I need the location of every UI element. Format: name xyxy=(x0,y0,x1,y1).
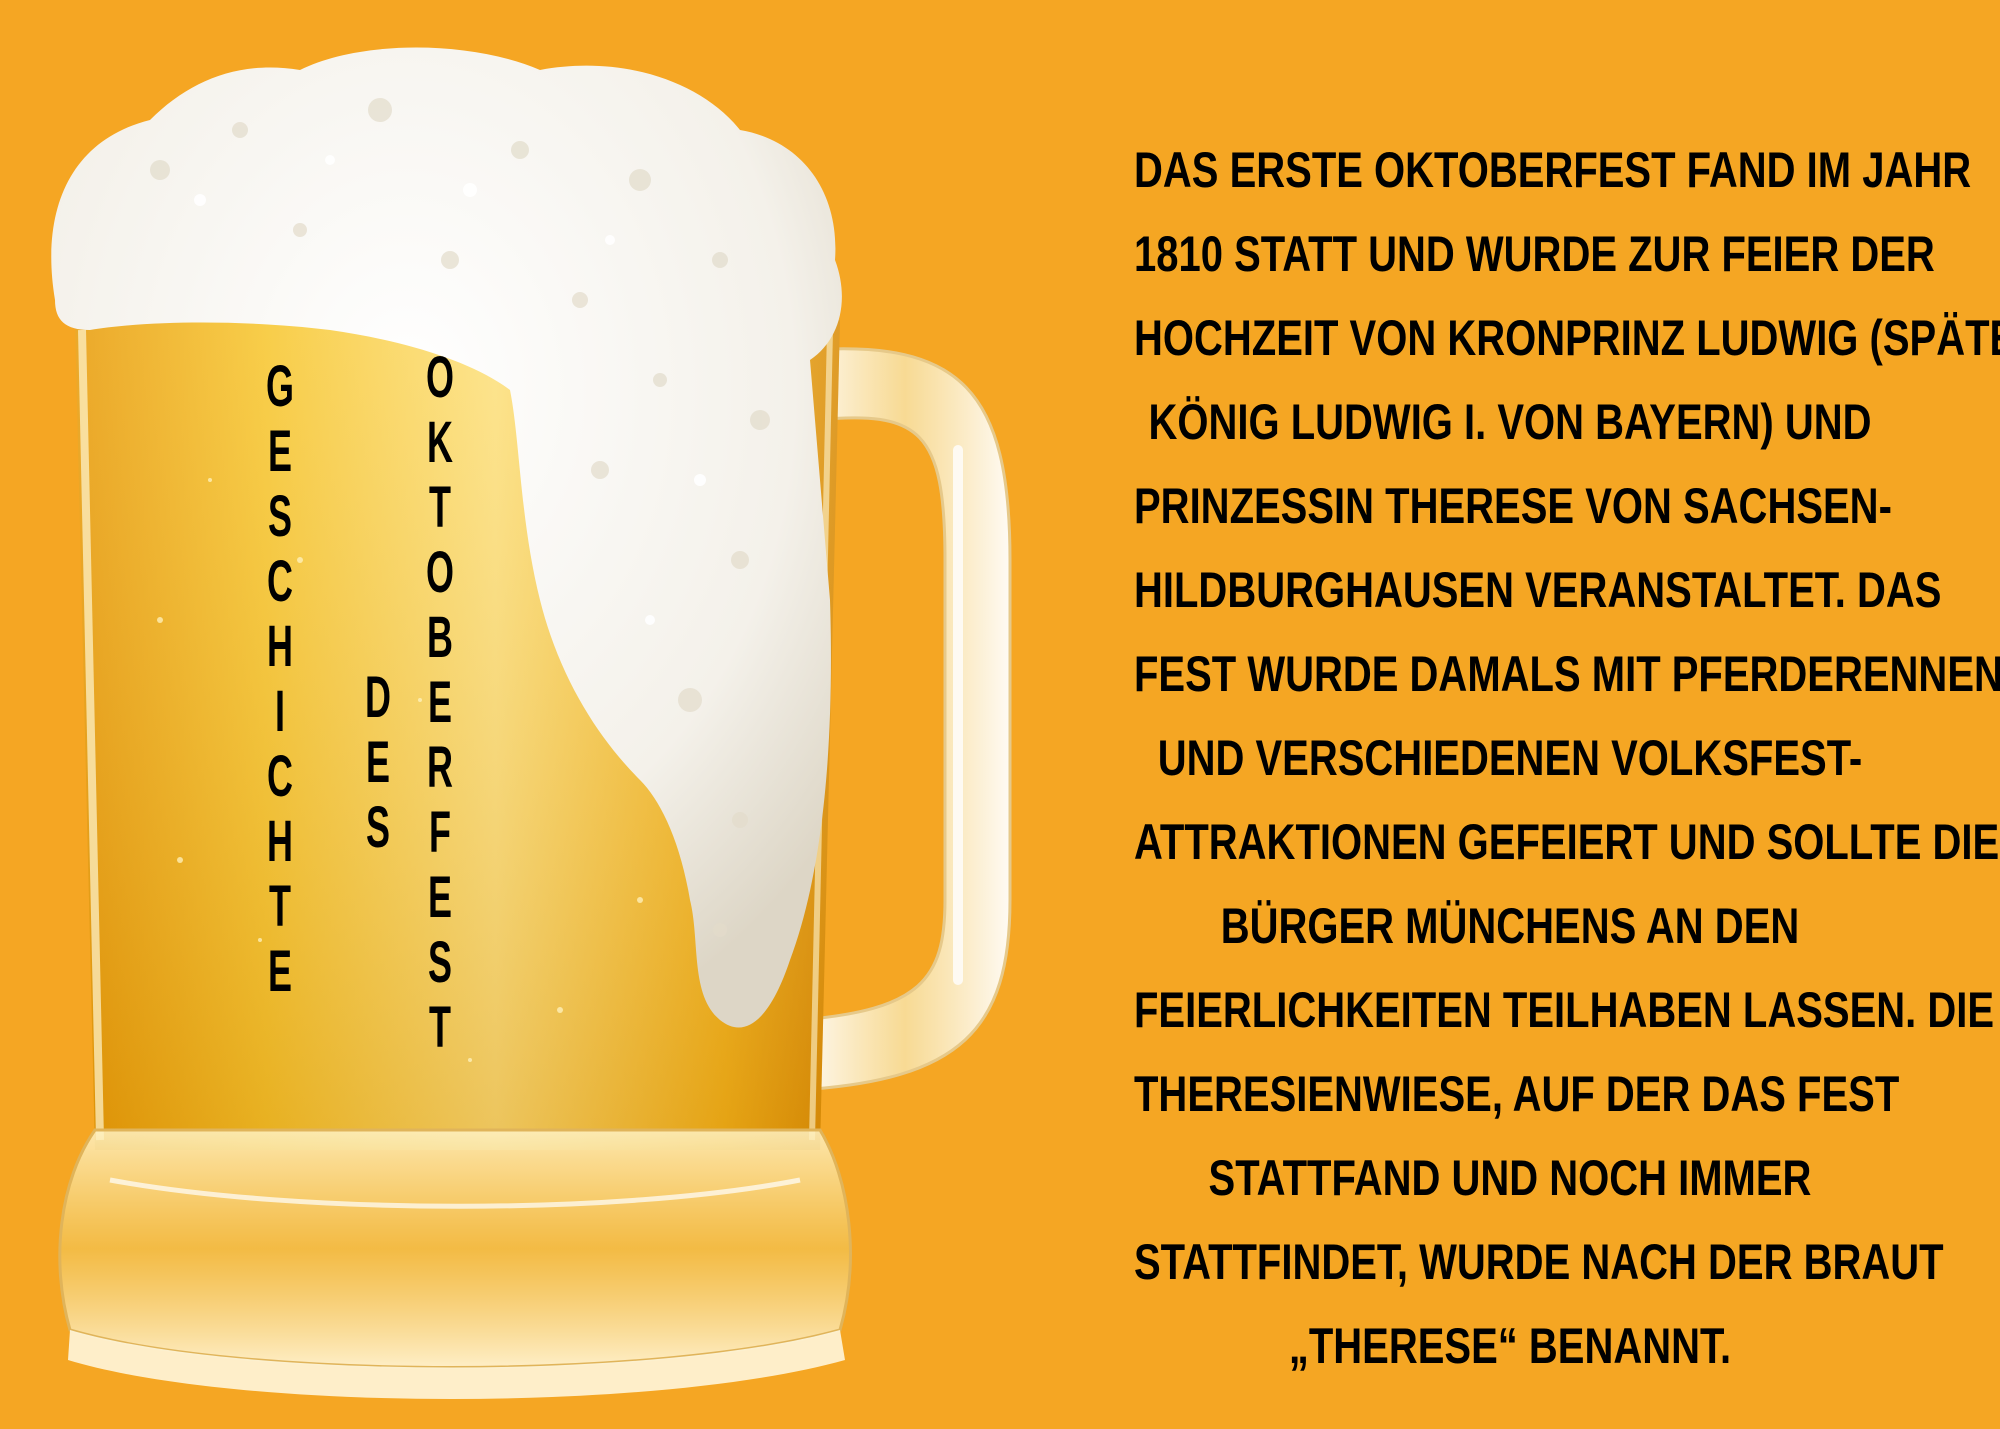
title-letter: T xyxy=(429,995,451,1060)
title-letter: O xyxy=(426,345,454,410)
body-line: STATTFAND UND NOCH IMMER xyxy=(1208,1150,1812,1206)
title-letter: B xyxy=(427,605,453,670)
body-line: HOCHZEIT VON KRONPRINZ LUDWIG (SPÄTER xyxy=(1134,310,2000,366)
title-letter: E xyxy=(428,670,452,735)
title-letter: I xyxy=(275,679,285,744)
title-letter: E xyxy=(268,939,292,1004)
title-word-des: DES xyxy=(359,665,396,860)
title-word-oktoberfest: OKTOBERFEST xyxy=(421,345,458,1060)
title-letter: E xyxy=(268,419,292,484)
body-line: FEST WURDE DAMALS MIT PFERDERENNEN xyxy=(1134,646,2000,702)
title-letter: S xyxy=(268,484,292,549)
title-letter: D xyxy=(365,665,391,730)
title-letter: E xyxy=(366,730,390,795)
body-line: DAS ERSTE OKTOBERFEST FAND IM JAHR xyxy=(1134,142,1972,198)
title-letter: G xyxy=(266,354,294,419)
title-letter: H xyxy=(267,809,293,874)
title-letter: C xyxy=(267,744,293,809)
title-letter: O xyxy=(426,540,454,605)
body-line: UND VERSCHIEDENEN VOLKSFEST- xyxy=(1157,730,1863,786)
body-line: BÜRGER MÜNCHENS AN DEN xyxy=(1220,898,1800,954)
title-word-geschichte: GESCHICHTE xyxy=(261,354,298,1004)
title-letter: T xyxy=(429,475,451,540)
title-letter: E xyxy=(428,865,452,930)
body-line: „THERESE“ BENANNT. xyxy=(1288,1318,1732,1374)
poster: GESCHICHTE DES OKTOBERFEST DAS ERSTE OKT… xyxy=(0,0,2000,1429)
title-letter: K xyxy=(427,410,453,475)
title-letter: S xyxy=(428,930,452,995)
title-letter: F xyxy=(429,800,451,865)
title-letter: C xyxy=(267,549,293,614)
body-text: DAS ERSTE OKTOBERFEST FAND IM JAHR 1810 … xyxy=(1040,128,2000,1388)
body-line: THERESIENWIESE, AUF DER DAS FEST xyxy=(1134,1066,1900,1122)
title-letter: R xyxy=(427,735,453,800)
body-line: 1810 STATT UND WURDE ZUR FEIER DER xyxy=(1134,226,1935,282)
body-line: KÖNIG LUDWIG I. VON BAYERN) UND xyxy=(1148,394,1872,450)
body-line: PRINZESSIN THERESE VON SACHSEN- xyxy=(1134,478,1892,534)
body-line: HILDBURGHAUSEN VERANSTALTET. DAS xyxy=(1134,562,1942,618)
title-letter: H xyxy=(267,614,293,679)
body-line: FEIERLICHKEITEN TEILHABEN LASSEN. DIE xyxy=(1134,982,1995,1038)
title-letter: T xyxy=(269,874,291,939)
title-letter: S xyxy=(366,795,390,860)
body-line: ATTRAKTIONEN GEFEIERT UND SOLLTE DIE xyxy=(1134,814,2000,870)
beer-mug-image xyxy=(51,47,1012,1399)
body-line: STATTFINDET, WURDE NACH DER BRAUT xyxy=(1134,1234,1944,1290)
